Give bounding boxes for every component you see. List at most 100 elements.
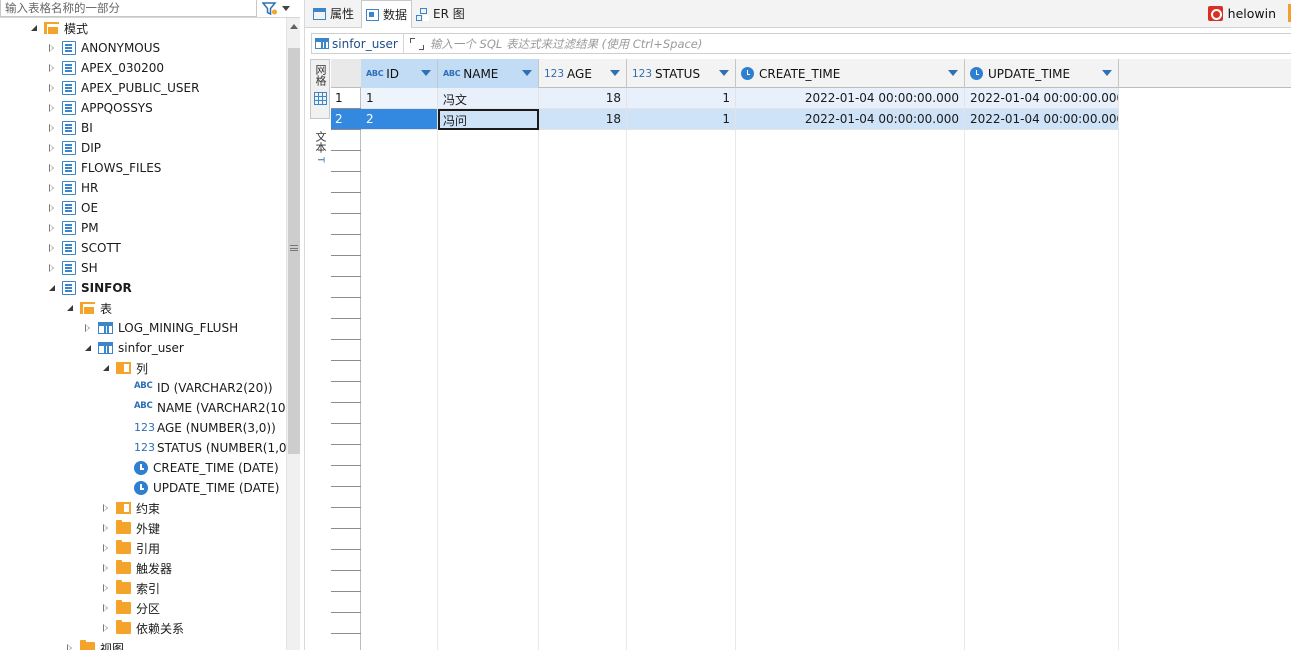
tree-node[interactable]: 列 [100,358,148,378]
tree-node[interactable]: ANONYMOUS [46,38,160,58]
collapsed-arrow-icon[interactable] [46,122,58,134]
filter-table-selector[interactable]: sinfor_user [312,34,404,53]
collapsed-arrow-icon[interactable] [46,202,58,214]
filter-options-button[interactable] [262,0,298,17]
cell-create_time[interactable]: 2022-01-04 00:00:00.000 [736,109,965,130]
tree-node[interactable]: sinfor_user [82,338,184,358]
cell-age[interactable]: 18 [539,109,627,130]
tree-node[interactable]: 外键 [100,518,160,538]
side-tab-text[interactable]: 文本 T [310,127,330,179]
tree-node[interactable]: 表 [64,298,112,318]
side-tab-grid[interactable]: 网格 [310,59,330,119]
tree-node[interactable]: APEX_030200 [46,58,164,78]
chevron-down-icon[interactable] [948,70,958,76]
collapsed-arrow-icon[interactable] [100,542,112,554]
collapsed-arrow-icon[interactable] [46,102,58,114]
connection-selector[interactable]: helowin [1207,4,1276,22]
tab-er-diagram[interactable]: ER 图 [412,0,469,27]
column-header-age[interactable]: 123 AGE [539,59,627,88]
collapsed-arrow-icon[interactable] [46,142,58,154]
tree-node[interactable]: APEX_PUBLIC_USER [46,78,199,98]
cell-name[interactable]: 冯文 [438,88,539,109]
collapsed-arrow-icon[interactable] [82,322,94,334]
cell-name[interactable]: 冯问 [438,109,539,130]
scrollbar-thumb[interactable] [288,48,300,454]
collapsed-arrow-icon[interactable] [100,602,112,614]
tree-node[interactable]: 触发器 [100,558,172,578]
tab-properties[interactable]: 属性 [309,0,358,27]
collapsed-arrow-icon[interactable] [46,182,58,194]
collapsed-arrow-icon[interactable] [46,42,58,54]
tree-node[interactable]: LOG_MINING_FLUSH [82,318,238,338]
sql-filter-input[interactable] [429,34,1291,53]
tree-node[interactable]: 分区 [100,598,160,618]
tree-node[interactable]: 引用 [100,538,160,558]
tab-data[interactable]: 数据 [361,0,413,28]
expanded-arrow-icon[interactable] [28,22,40,34]
tree-node[interactable]: 约束 [100,498,160,518]
tree-node[interactable]: OE [46,198,98,218]
row-number[interactable]: 1 [331,88,361,109]
collapsed-arrow-icon[interactable] [100,522,112,534]
tree-node[interactable]: 视图 [64,638,124,650]
tree-node[interactable]: SH [46,258,98,278]
collapsed-arrow-icon[interactable] [46,242,58,254]
collapsed-arrow-icon[interactable] [100,622,112,634]
tree-node[interactable]: ABC NAME (VARCHAR2(100 [118,398,286,418]
cell-id[interactable]: 2 [361,109,438,130]
scroll-up-arrow-icon[interactable] [290,24,298,29]
collapsed-arrow-icon[interactable] [46,162,58,174]
collapsed-arrow-icon[interactable] [64,642,76,650]
column-header-status[interactable]: 123 STATUS [627,59,736,88]
chevron-down-icon[interactable] [1102,70,1112,76]
table-row[interactable]: 2 冯问 18 1 2022-01-04 00:00:00.000 2022-01-04 … [361,109,1119,130]
collapsed-arrow-icon[interactable] [100,502,112,514]
chevron-down-icon[interactable] [522,70,532,76]
tree-node[interactable]: 123 AGE (NUMBER(3,0)) [118,418,276,438]
tree-node[interactable]: HR [46,178,98,198]
cell-status[interactable]: 1 [627,109,736,130]
table-row[interactable]: 1 冯文 18 1 2022-01-04 00:00:00.000 2022-01-04 … [361,88,1119,109]
tree-node[interactable]: APPQOSSYS [46,98,153,118]
expanded-arrow-icon[interactable] [100,362,112,374]
tree-node[interactable]: 123 STATUS (NUMBER(1,0) [118,438,286,458]
chevron-down-icon[interactable] [421,70,431,76]
cell-id[interactable]: 1 [361,88,438,109]
collapsed-arrow-icon[interactable] [100,562,112,574]
cell-status[interactable]: 1 [627,88,736,109]
column-header-create_time[interactable]: CREATE_TIME [736,59,965,88]
expanded-arrow-icon[interactable] [64,302,76,314]
tree-node[interactable]: FLOWS_FILES [46,158,161,178]
table-name-filter-input[interactable] [0,0,257,17]
tree-node[interactable]: ABC ID (VARCHAR2(20)) [118,378,273,398]
collapsed-arrow-icon[interactable] [100,582,112,594]
column-header-name[interactable]: ABC NAME [438,59,539,88]
navigator-scrollbar[interactable] [286,18,300,650]
tree-node[interactable]: 索引 [100,578,160,598]
tree-node[interactable]: BI [46,118,93,138]
collapsed-arrow-icon[interactable] [46,62,58,74]
tree-node[interactable]: SINFOR [46,278,132,298]
expanded-arrow-icon[interactable] [82,342,94,354]
cell-update_time[interactable]: 2022-01-04 00:00:00.000 [965,109,1119,130]
row-number[interactable]: 2 [331,109,361,130]
tree-node[interactable]: PM [46,218,99,238]
tree-node[interactable]: 模式 [28,18,88,38]
chevron-down-icon[interactable] [610,70,620,76]
expanded-arrow-icon[interactable] [46,282,58,294]
tree-node[interactable]: DIP [46,138,101,158]
cell-update_time[interactable]: 2022-01-04 00:00:00.000 [965,88,1119,109]
chevron-down-icon[interactable] [719,70,729,76]
cell-age[interactable]: 18 [539,88,627,109]
column-header-update_time[interactable]: UPDATE_TIME [965,59,1119,88]
tree-node[interactable]: UPDATE_TIME (DATE) [118,478,279,498]
collapsed-arrow-icon[interactable] [46,262,58,274]
collapsed-arrow-icon[interactable] [46,82,58,94]
cell-create_time[interactable]: 2022-01-04 00:00:00.000 [736,88,965,109]
expand-icon[interactable] [409,37,424,50]
collapsed-arrow-icon[interactable] [46,222,58,234]
tree-node[interactable]: 依赖关系 [100,618,184,638]
tree-node[interactable]: SCOTT [46,238,121,258]
tree-node[interactable]: CREATE_TIME (DATE) [118,458,279,478]
column-header-id[interactable]: ABC ID [361,59,438,88]
